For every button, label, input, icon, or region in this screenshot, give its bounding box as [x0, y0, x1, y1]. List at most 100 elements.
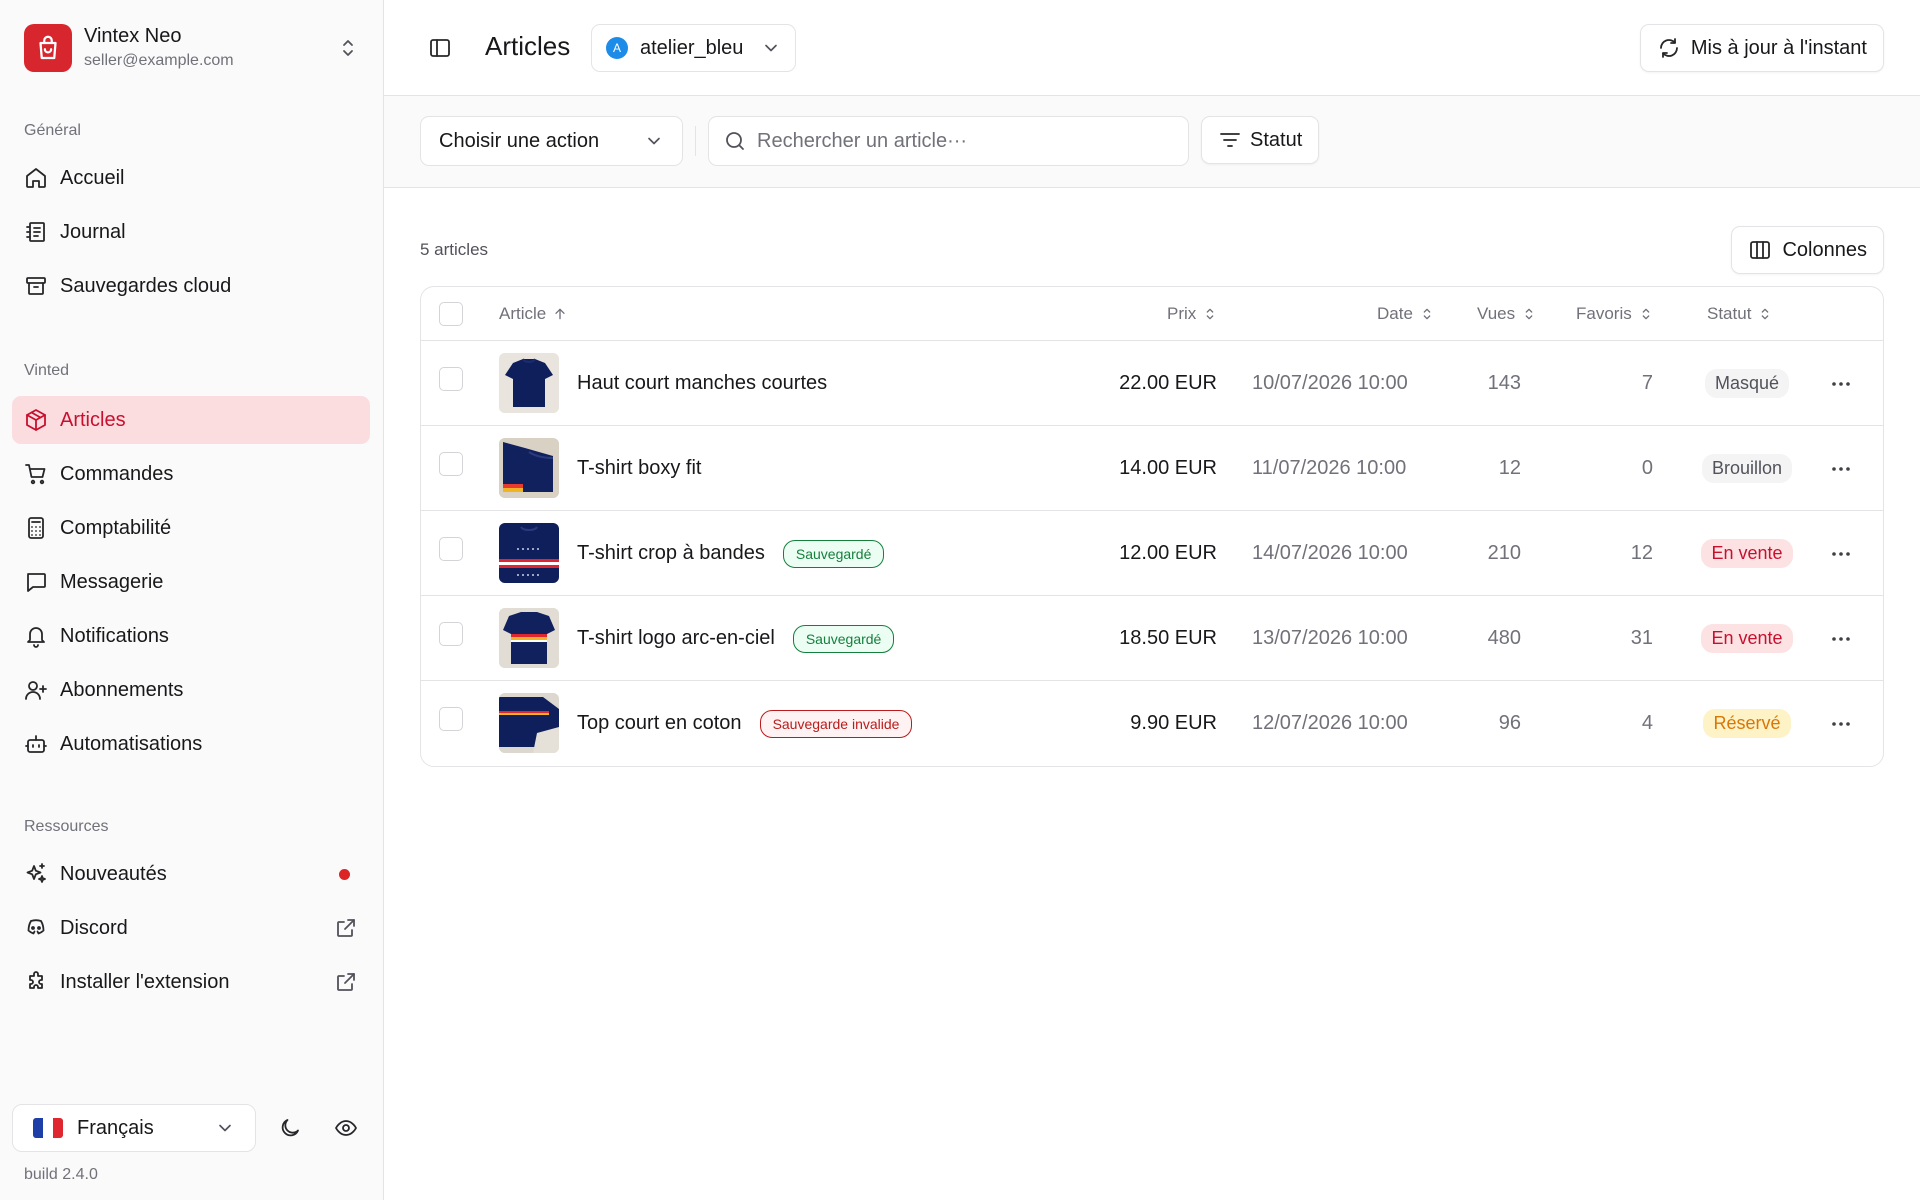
sidebar-toggle-icon[interactable]	[428, 36, 452, 60]
refresh-button[interactable]: Mis à jour à l'instant	[1639, 24, 1884, 72]
sidebar-item-automatisations[interactable]: Automatisations	[12, 720, 370, 768]
shop-name: atelier_bleu	[640, 36, 744, 59]
sidebar-item-label: Articles	[60, 408, 126, 431]
article-thumbnail[interactable]	[499, 353, 559, 413]
theme-toggle-button[interactable]	[274, 1112, 306, 1144]
language-select[interactable]: Français	[12, 1104, 256, 1152]
status-filter-button[interactable]: Statut	[1201, 116, 1320, 164]
puzzle-icon	[29, 971, 43, 989]
article-favorites: 31	[1630, 627, 1653, 649]
sidebar-item-accueil[interactable]: Accueil	[12, 154, 370, 202]
columns-button[interactable]: Colonnes	[1731, 226, 1884, 274]
table-row[interactable]: T-shirt logo arc-en-ciel Sauvegardé 18.5…	[421, 596, 1883, 681]
article-title[interactable]: Top court en coton	[577, 712, 742, 735]
select-all-checkbox[interactable]	[439, 302, 463, 326]
article-title[interactable]: T-shirt crop à bandes	[577, 542, 765, 565]
sidebar-item-label: Automatisations	[60, 732, 203, 755]
table-row[interactable]: Haut court manches courtes 22.00 EUR 10/…	[421, 341, 1883, 426]
column-views-label: Vues	[1477, 304, 1516, 323]
search-input[interactable]	[757, 129, 1174, 153]
row-actions-button[interactable]	[1827, 341, 1855, 426]
row-checkbox[interactable]	[439, 707, 463, 731]
bulk-action-select[interactable]: Choisir une action	[420, 116, 683, 166]
article-status-cell: En vente	[1692, 596, 1802, 681]
sidebar-item-messagerie[interactable]: Messagerie	[12, 558, 370, 606]
column-favorites[interactable]: Favoris	[1576, 287, 1654, 341]
article-price: 18.50 EUR	[1119, 627, 1217, 649]
sidebar-item-installer-extension[interactable]: Installer l'extension	[12, 958, 370, 1006]
discord-icon	[27, 919, 45, 935]
column-views[interactable]: Vues	[1477, 287, 1537, 341]
sidebar-item-nouveautes[interactable]: Nouveautés	[12, 850, 370, 898]
article-title-cell: T-shirt logo arc-en-ciel Sauvegardé	[577, 596, 895, 681]
article-price: 14.00 EUR	[1119, 457, 1217, 479]
column-article[interactable]: Article	[499, 287, 568, 341]
article-title[interactable]: Haut court manches courtes	[577, 372, 827, 395]
sidebar-item-label: Nouveautés	[60, 862, 167, 885]
sidebar-item-journal[interactable]: Journal	[12, 208, 370, 256]
france-flag-icon	[33, 1118, 63, 1138]
tshirt-photo-icon	[499, 693, 559, 753]
package-icon	[26, 409, 46, 431]
table-header: Article Prix Date Vues Favoris Statut	[421, 287, 1883, 341]
toolbar-divider	[695, 126, 696, 156]
article-status-cell: En vente	[1692, 511, 1802, 596]
row-checkbox[interactable]	[439, 622, 463, 646]
table-row[interactable]: Top court en coton Sauvegarde invalide 9…	[421, 681, 1883, 766]
account-switcher[interactable]: Vintex Neo seller@example.com	[24, 24, 360, 72]
column-status[interactable]: Statut	[1707, 287, 1773, 341]
main-content: Articles A atelier_bleu Mis à jour à l'i…	[384, 0, 1920, 1200]
sort-icon	[1206, 308, 1214, 320]
article-thumbnail[interactable]	[499, 608, 559, 668]
backup-tag: Sauvegardé	[782, 539, 885, 568]
article-title-cell: T-shirt boxy fit	[577, 426, 701, 511]
sidebar-item-notifications[interactable]: Notifications	[12, 612, 370, 660]
table-row[interactable]: T-shirt boxy fit 14.00 EUR 11/07/2026 10…	[421, 426, 1883, 511]
article-title-cell: T-shirt crop à bandes Sauvegardé	[577, 511, 885, 596]
sidebar-item-abonnements[interactable]: Abonnements	[12, 666, 370, 714]
row-checkbox[interactable]	[439, 367, 463, 391]
articles-table: Article Prix Date Vues Favoris Statut Ha…	[420, 286, 1884, 767]
sidebar-item-comptabilite[interactable]: Comptabilité	[12, 504, 370, 552]
article-status-cell: Réservé	[1692, 681, 1802, 766]
article-thumbnail[interactable]	[499, 693, 559, 753]
toolbar: Choisir une action Statut	[384, 96, 1920, 188]
article-thumbnail[interactable]	[499, 438, 559, 498]
search-box[interactable]	[708, 116, 1189, 166]
row-actions-button[interactable]	[1827, 511, 1855, 596]
chevrons-up-down-icon[interactable]	[336, 36, 360, 60]
shopping-bag-icon	[39, 35, 57, 60]
bulk-action-label: Choisir une action	[439, 129, 600, 152]
bell-icon	[27, 627, 45, 648]
row-actions-button[interactable]	[1827, 426, 1855, 511]
moon-icon	[281, 1119, 299, 1137]
row-checkbox[interactable]	[439, 537, 463, 561]
article-status-cell: Brouillon	[1692, 426, 1802, 511]
sidebar-item-commandes[interactable]: Commandes	[12, 450, 370, 498]
article-favorites: 7	[1641, 372, 1653, 394]
home-icon	[26, 168, 46, 188]
journal-icon	[26, 222, 45, 242]
article-date: 13/07/2026 10:00	[1252, 627, 1408, 649]
article-title[interactable]: T-shirt boxy fit	[577, 457, 701, 480]
sidebar-item-discord[interactable]: Discord	[12, 904, 370, 952]
column-date[interactable]: Date	[1377, 287, 1435, 341]
chevron-down-icon	[648, 137, 660, 145]
privacy-toggle-button[interactable]	[330, 1112, 362, 1144]
sidebar-item-label: Commandes	[60, 462, 174, 485]
column-price[interactable]: Prix	[1167, 287, 1218, 341]
article-title[interactable]: T-shirt logo arc-en-ciel	[577, 627, 775, 650]
sort-icon	[1642, 308, 1650, 320]
table-row[interactable]: T-shirt crop à bandes Sauvegardé 12.00 E…	[421, 511, 1883, 596]
nav-group-ressources: Ressources	[24, 818, 109, 835]
more-horizontal-icon	[1832, 551, 1850, 556]
row-actions-button[interactable]	[1827, 596, 1855, 681]
sidebar-item-sauvegardes-cloud[interactable]: Sauvegardes cloud	[12, 262, 370, 310]
row-actions-button[interactable]	[1827, 681, 1855, 766]
shop-select[interactable]: A atelier_bleu	[591, 24, 796, 72]
row-checkbox[interactable]	[439, 452, 463, 476]
article-thumbnail[interactable]	[499, 523, 559, 583]
sidebar-item-articles[interactable]: Articles	[12, 396, 370, 444]
eye-icon	[335, 1120, 357, 1136]
backup-tag: Sauvegarde invalide	[759, 709, 913, 738]
